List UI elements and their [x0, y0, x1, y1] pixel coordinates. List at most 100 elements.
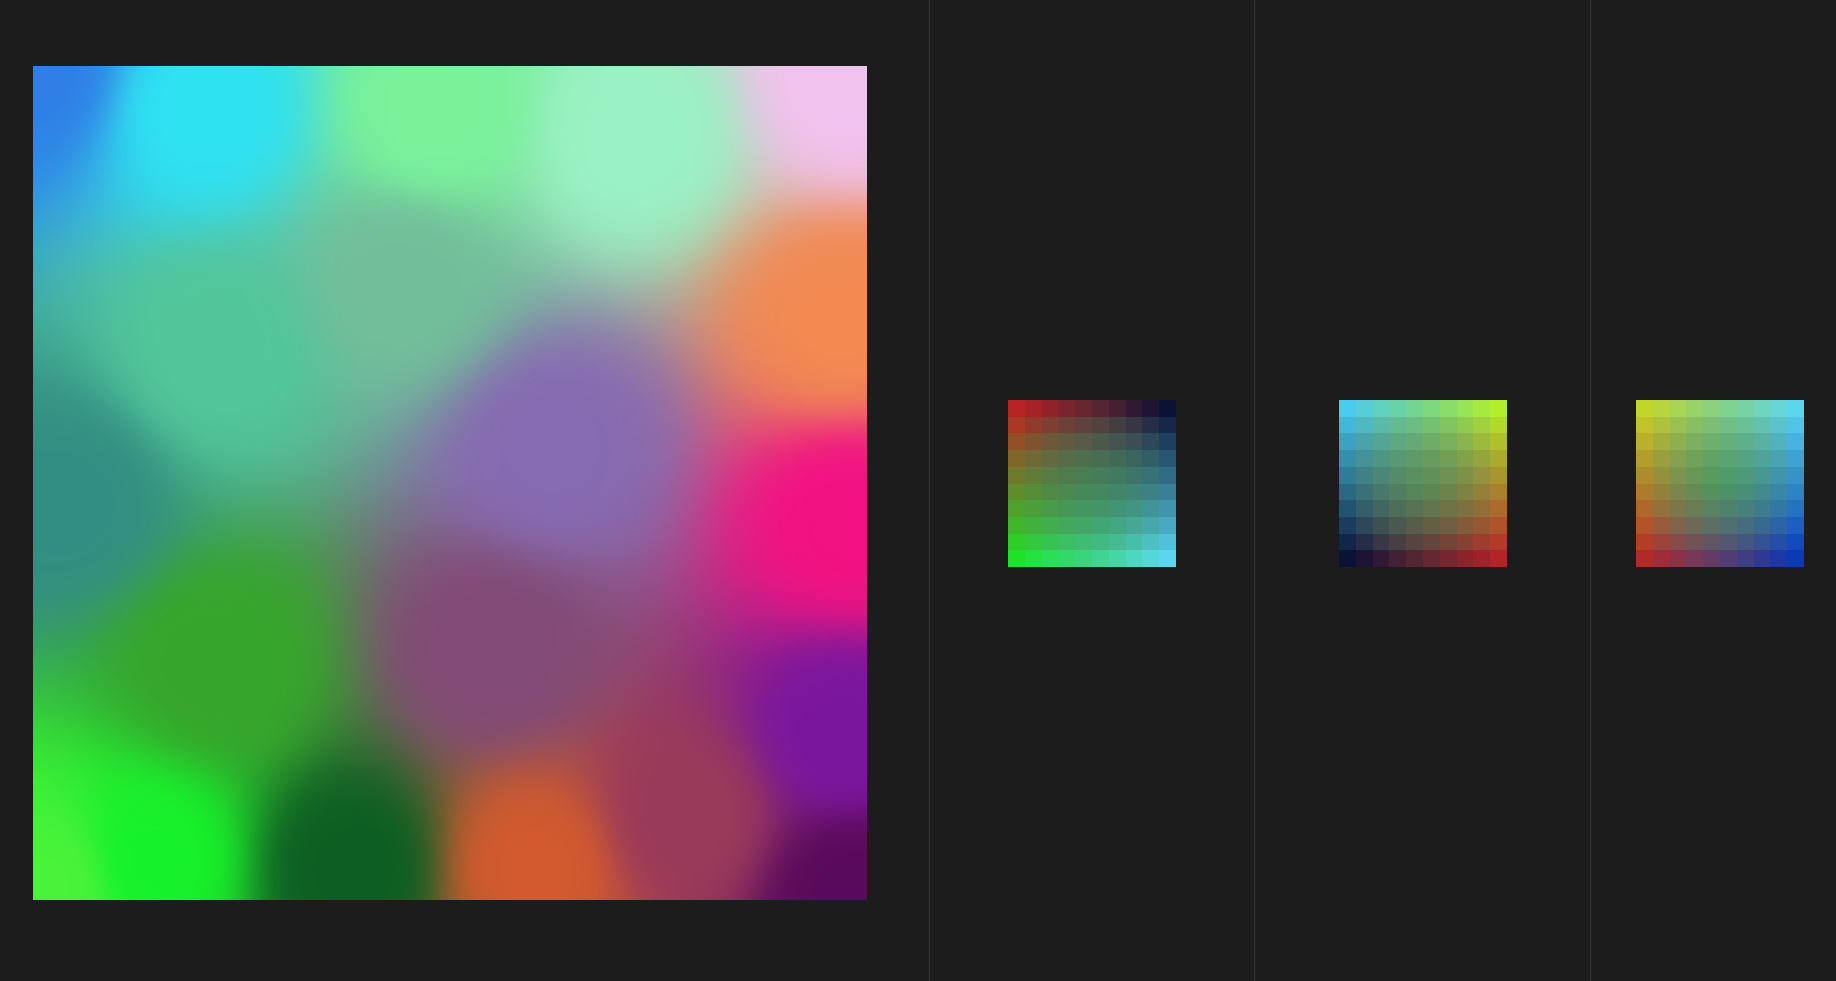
thumbnail-pixel: [1108, 533, 1126, 551]
thumbnail-pixel: [1406, 450, 1423, 467]
thumbnail-pixel: [1636, 450, 1653, 467]
thumbnail-pixel: [1058, 416, 1076, 434]
thumbnail-pixel: [1355, 516, 1373, 534]
thumbnail-pixel: [1024, 500, 1042, 517]
thumbnail-pixel: [1108, 483, 1126, 501]
thumbnail-pixel: [1770, 400, 1788, 417]
thumbnail-pixel: [1686, 516, 1704, 534]
thumbnail-pixel: [1091, 450, 1109, 467]
thumbnail-pixel: [1770, 500, 1788, 517]
thumbnail-pixel: [1770, 416, 1788, 434]
thumbnail-pixel: [1142, 533, 1160, 551]
thumbnail-pixel: [1770, 550, 1788, 567]
thumbnail-pixel: [1339, 533, 1356, 551]
thumbnail-pixel: [1389, 466, 1407, 484]
thumbnail-pixel: [1473, 416, 1491, 434]
thumbnail-pixel: [1024, 433, 1042, 451]
thumbnail-pixel: [1652, 416, 1670, 434]
column-divider-2: [1254, 0, 1255, 981]
thumbnail-pixel: [1108, 416, 1126, 434]
thumbnail-pixel: [1490, 483, 1507, 501]
thumbnail-pixel: [1736, 533, 1754, 551]
thumbnail-pixel: [1339, 416, 1356, 434]
thumbnail-pixel: [1024, 516, 1042, 534]
thumbnail-pixel: [1075, 483, 1092, 501]
thumbnail-pixel: [1636, 516, 1653, 534]
thumbnail-pixel: [1355, 533, 1373, 551]
thumbnail-pixel: [1159, 400, 1176, 417]
thumbnail-pixel: [1736, 433, 1754, 451]
thumbnail-pixel: [1389, 433, 1407, 451]
thumbnail-pixel: [1389, 450, 1407, 467]
thumbnail-pixel: [1142, 483, 1160, 501]
thumbnail-pixel: [1142, 550, 1160, 567]
thumbnail-pixel: [1719, 400, 1737, 417]
thumbnail-pixel: [1652, 400, 1670, 417]
thumbnail-pixel: [1372, 550, 1390, 567]
thumbnail-pixel: [1736, 483, 1754, 501]
thumbnail-pixel: [1422, 433, 1440, 451]
thumbnail-pixel: [1719, 416, 1737, 434]
thumbnail-pixel: [1456, 533, 1474, 551]
thumbnail-pixel: [1075, 533, 1092, 551]
thumbnail-pixel: [1669, 516, 1687, 534]
thumbnail-pixel: [1439, 550, 1457, 567]
thumbnail-pixel: [1108, 450, 1126, 467]
thumbnail-pixel: [1422, 450, 1440, 467]
thumbnail-pixel: [1686, 550, 1704, 567]
thumbnail-pixel: [1686, 400, 1704, 417]
thumbnail-pixel: [1422, 533, 1440, 551]
thumbnail-pixel: [1041, 450, 1059, 467]
thumbnail-pixel: [1091, 516, 1109, 534]
thumbnail-pixel: [1108, 466, 1126, 484]
thumbnail-pixel: [1719, 483, 1737, 501]
thumbnail-pixel: [1669, 466, 1687, 484]
thumbnail-pixel: [1142, 500, 1160, 517]
thumbnail-pixel: [1108, 500, 1126, 517]
thumbnail-pixel: [1125, 550, 1143, 567]
thumbnail-pixel: [1339, 400, 1356, 417]
thumbnail-pixel: [1372, 433, 1390, 451]
thumbnail-pixel: [1108, 433, 1126, 451]
thumbnail-2: [1339, 400, 1507, 567]
thumbnail-pixel: [1355, 400, 1373, 417]
thumbnail-pixel: [1389, 416, 1407, 434]
thumbnail-pixel: [1355, 416, 1373, 434]
thumbnail-pixel: [1159, 433, 1176, 451]
thumbnail-pixel: [1108, 400, 1126, 417]
thumbnail-pixel: [1636, 550, 1653, 567]
thumbnail-pixel: [1389, 550, 1407, 567]
thumbnail-pixel: [1753, 416, 1771, 434]
thumbnail-pixel: [1024, 450, 1042, 467]
thumbnail-pixel: [1389, 533, 1407, 551]
thumbnail-pixel: [1490, 416, 1507, 434]
thumbnail-pixel: [1008, 500, 1025, 517]
thumbnail-pixel: [1686, 466, 1704, 484]
thumbnail-pixel: [1703, 500, 1720, 517]
thumbnail-pixel: [1058, 483, 1076, 501]
thumbnail-pixel: [1719, 516, 1737, 534]
thumbnail-pixel: [1041, 433, 1059, 451]
thumbnail-pixel: [1490, 450, 1507, 467]
thumbnail-pixel: [1770, 483, 1788, 501]
thumbnail-pixel: [1389, 483, 1407, 501]
thumbnail-pixel: [1703, 516, 1720, 534]
thumbnail-pixel: [1355, 500, 1373, 517]
thumbnail-pixel: [1636, 533, 1653, 551]
thumbnail-pixel: [1091, 433, 1109, 451]
thumbnail-pixel: [1473, 500, 1491, 517]
thumbnail-pixel: [1108, 516, 1126, 534]
thumbnail-pixel: [1669, 416, 1687, 434]
thumbnail-3: [1636, 400, 1804, 567]
thumbnail-pixel: [1041, 533, 1059, 551]
thumbnail-pixel: [1041, 550, 1059, 567]
thumbnail-pixel: [1703, 433, 1720, 451]
thumbnail-pixel: [1770, 516, 1788, 534]
thumbnail-pixel: [1652, 483, 1670, 501]
thumbnail-pixel: [1058, 400, 1076, 417]
thumbnail-pixel: [1389, 500, 1407, 517]
thumbnail-pixel: [1787, 433, 1804, 451]
thumbnail-pixel: [1490, 533, 1507, 551]
thumbnail-pixel: [1008, 450, 1025, 467]
thumbnail-pixel: [1406, 433, 1423, 451]
